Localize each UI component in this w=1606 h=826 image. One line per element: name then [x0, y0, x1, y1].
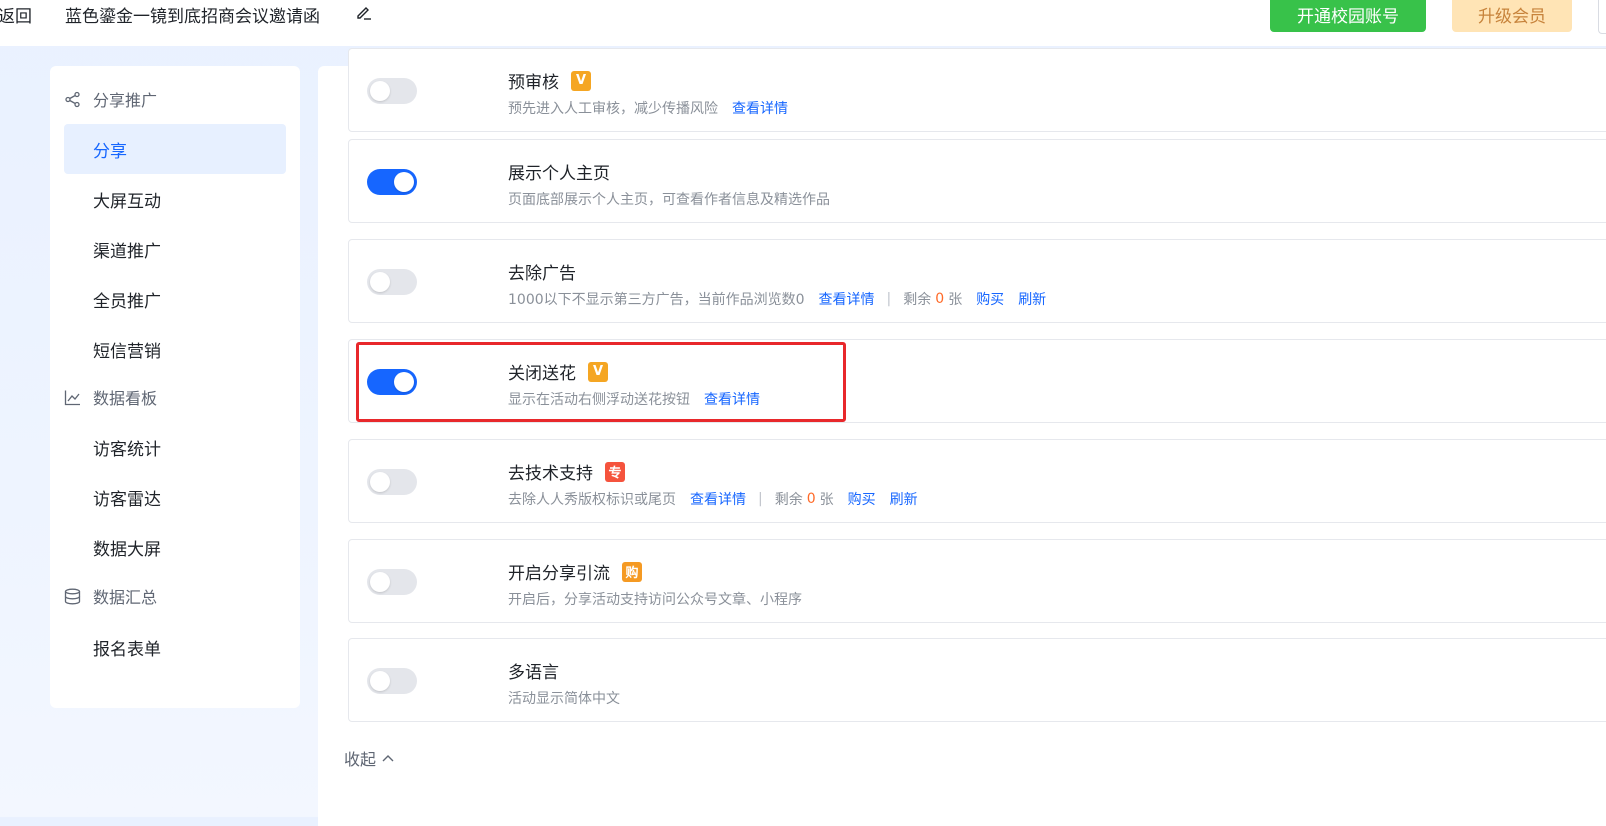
setting-title: 开启分享引流 — [508, 564, 610, 584]
page-title: 蓝色鎏金一镜到底招商会议邀请函 — [65, 7, 320, 27]
setting-card-remove-tech-support: 去技术支持 专 去除人人秀版权标识或尾页 查看详情 | 剩余 0 张 购买 刷新 — [348, 439, 1606, 523]
setting-desc: 去除人人秀版权标识或尾页 — [508, 492, 676, 508]
setting-card-remove-ads: 去除广告 1000以下不显示第三方广告，当前作品浏览数0 查看详情 | 剩余 0… — [348, 239, 1606, 323]
edit-icon[interactable] — [355, 3, 373, 21]
purchase-badge: 购 — [622, 561, 642, 582]
sidebar-group-label: 数据汇总 — [93, 588, 158, 607]
setting-desc: 预先进入人工审核，减少传播风险 — [508, 101, 718, 117]
sidebar-item-big-screen[interactable]: 大屏互动 — [64, 174, 286, 224]
vip-v-badge: V — [588, 361, 608, 382]
sidebar-group-summary: 数据汇总 — [64, 584, 157, 608]
view-details-link[interactable]: 查看详情 — [690, 489, 746, 509]
setting-card-disable-flowers: 关闭送花 V 显示在活动右侧浮动送花按钮 查看详情 — [348, 339, 1606, 423]
setting-title: 去除广告 — [508, 264, 576, 284]
setting-desc: 页面底部展示个人主页，可查看作者信息及精选作品 — [508, 192, 830, 208]
header-edge-button[interactable] — [1598, 0, 1606, 34]
remaining-count: 0 — [935, 291, 945, 307]
sidebar-item-share[interactable]: 分享 — [64, 124, 286, 174]
open-campus-account-button[interactable]: 开通校园账号 — [1270, 0, 1426, 32]
setting-desc: 开启后，分享活动支持访问公众号文章、小程序 — [508, 592, 802, 608]
sidebar-item-visitor-stats[interactable]: 访客统计 — [64, 422, 286, 472]
chart-line-icon — [64, 390, 80, 405]
toggle-switch[interactable] — [367, 269, 417, 295]
setting-card-pre-review: 预审核 V 预先进入人工审核，减少传播风险 查看详情 — [348, 48, 1606, 132]
divider: | — [758, 491, 763, 507]
sidebar-item-all-staff[interactable]: 全员推广 — [64, 274, 286, 324]
view-details-link[interactable]: 查看详情 — [819, 289, 875, 309]
sidebar-item-data-screen[interactable]: 数据大屏 — [64, 522, 286, 572]
share-icon — [65, 91, 80, 107]
sidebar-item-signup-form[interactable]: 报名表单 — [64, 622, 286, 672]
sidebar-item-sms[interactable]: 短信营销 — [64, 324, 286, 374]
pro-badge: 专 — [605, 461, 625, 482]
remaining-count: 0 — [806, 491, 816, 507]
toggle-switch[interactable] — [367, 369, 417, 395]
buy-link[interactable]: 购买 — [848, 489, 876, 509]
toggle-switch[interactable] — [367, 169, 417, 195]
divider: | — [886, 291, 892, 307]
toggle-switch[interactable] — [367, 78, 417, 104]
top-header: 返回 蓝色鎏金一镜到底招商会议邀请函 开通校园账号 升级会员 — [0, 0, 1606, 46]
refresh-link[interactable]: 刷新 — [1018, 289, 1046, 309]
remaining-label: 剩余 — [774, 492, 803, 508]
view-details-link[interactable]: 查看详情 — [704, 389, 760, 409]
setting-card-multi-language: 多语言 活动显示简体中文 — [348, 638, 1606, 722]
chevron-up-icon — [382, 755, 394, 762]
setting-title: 关闭送花 — [508, 364, 576, 384]
sidebar-group-share: 分享推广 — [64, 87, 157, 111]
settings-panel: 预审核 V 预先进入人工审核，减少传播风险 查看详情 展示个人主页 页面底部展示… — [318, 48, 1606, 826]
sidebar-group-label: 分享推广 — [93, 91, 158, 110]
sidebar-item-channel[interactable]: 渠道推广 — [64, 224, 286, 274]
setting-desc: 1000以下不显示第三方广告，当前作品浏览数0 — [508, 292, 805, 308]
setting-desc: 活动显示简体中文 — [508, 691, 620, 707]
upgrade-vip-button[interactable]: 升级会员 — [1452, 0, 1572, 32]
setting-card-share-traffic: 开启分享引流 购 开启后，分享活动支持访问公众号文章、小程序 — [348, 539, 1606, 623]
remaining-unit: 张 — [819, 492, 834, 508]
setting-desc: 显示在活动右侧浮动送花按钮 — [508, 392, 690, 408]
setting-title: 多语言 — [508, 663, 559, 683]
setting-title: 预审核 — [508, 73, 559, 93]
remaining-label: 剩余 — [903, 292, 932, 308]
back-link[interactable]: 返回 — [0, 2, 32, 27]
sidebar-group-label: 数据看板 — [93, 389, 158, 408]
setting-title: 去技术支持 — [508, 464, 593, 484]
sidebar-group-dashboard: 数据看板 — [64, 385, 157, 409]
remaining-unit: 张 — [948, 292, 963, 308]
refresh-link[interactable]: 刷新 — [890, 489, 918, 509]
collapse-label: 收起 — [344, 750, 377, 769]
sidebar-item-visitor-radar[interactable]: 访客雷达 — [64, 472, 286, 522]
sidebar: 分享推广 分享 大屏互动 渠道推广 全员推广 短信营销 数据看板 访客统计 访客… — [50, 66, 300, 708]
setting-title: 展示个人主页 — [508, 164, 610, 184]
toggle-switch[interactable] — [367, 569, 417, 595]
view-details-link[interactable]: 查看详情 — [732, 98, 788, 118]
database-icon — [64, 588, 81, 604]
toggle-switch[interactable] — [367, 469, 417, 495]
collapse-button[interactable]: 收起 — [344, 746, 394, 770]
setting-card-show-homepage: 展示个人主页 页面底部展示个人主页，可查看作者信息及精选作品 — [348, 139, 1606, 223]
toggle-switch[interactable] — [367, 668, 417, 694]
vip-v-badge: V — [571, 70, 591, 91]
buy-link[interactable]: 购买 — [976, 289, 1004, 309]
